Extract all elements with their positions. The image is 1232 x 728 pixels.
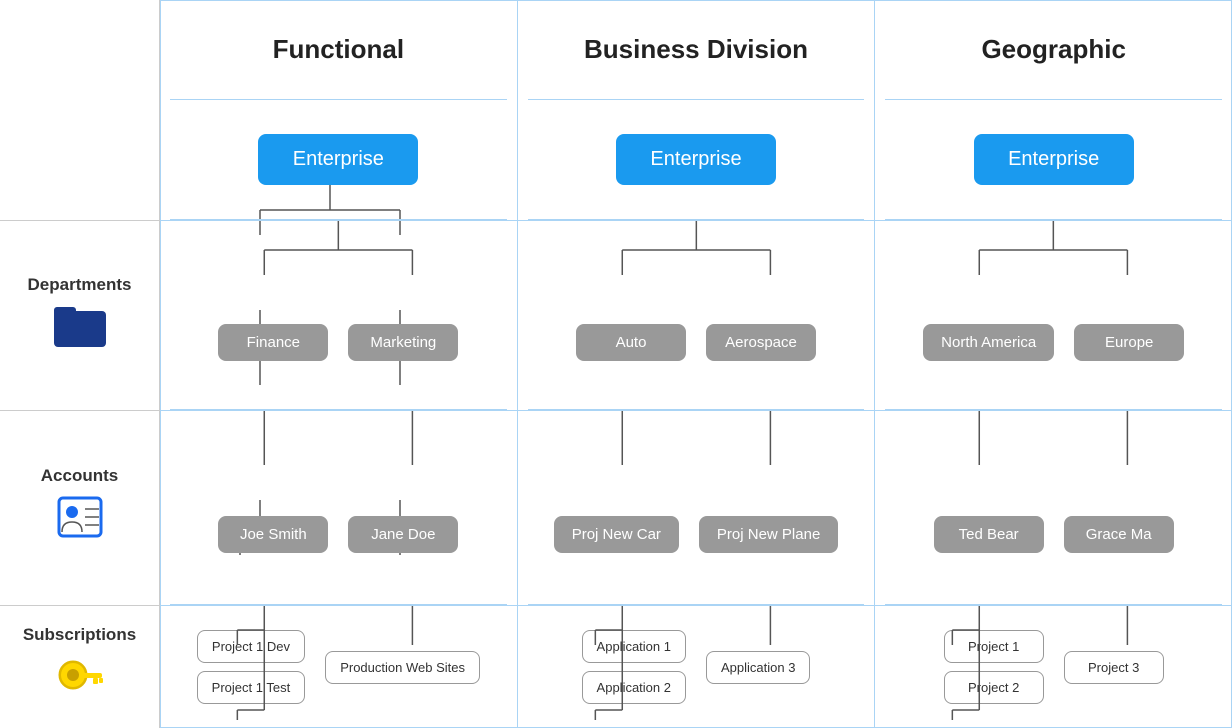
- func-dept-connectors: [170, 220, 507, 409]
- subscriptions-label-cell: Subscriptions: [0, 605, 159, 728]
- functional-column: Functional: [160, 0, 518, 728]
- biz-acc-connectors: [528, 410, 865, 604]
- accounts-icon: [55, 494, 105, 550]
- business-accounts-row: Proj New Car Proj New Plane: [528, 410, 865, 605]
- business-column: Business Division Enterprise Auto Aerosp…: [518, 0, 876, 728]
- functional-title: Functional: [273, 34, 404, 65]
- geo-subs-connectors: [885, 605, 1222, 728]
- geo-dept-connectors: [885, 220, 1222, 409]
- geographic-column: Geographic Enterprise North America Euro…: [875, 0, 1232, 728]
- accounts-label-cell: Accounts: [0, 410, 159, 605]
- geographic-dept-row: North America Europe: [885, 220, 1222, 410]
- functional-dept-row: Finance Marketing: [170, 220, 507, 410]
- key-icon: [55, 653, 105, 709]
- geo-acc-connectors: [885, 410, 1222, 604]
- labels-column: Departments Accounts: [0, 0, 160, 728]
- accounts-label: Accounts: [41, 466, 118, 486]
- folder-icon: [54, 303, 106, 357]
- functional-header: Functional: [170, 0, 507, 100]
- functional-accounts-row: Joe Smith Jane Doe: [170, 410, 507, 605]
- business-enterprise-node: Enterprise: [616, 134, 776, 185]
- functional-enterprise-node: Enterprise: [258, 134, 418, 185]
- functional-subs-row: Project 1 Dev Project 1 Test Production …: [170, 605, 507, 728]
- business-subs-row: Application 1 Application 2 Application …: [528, 605, 865, 728]
- functional-enterprise-row: Enterprise: [170, 100, 507, 220]
- business-dept-row: Auto Aerospace: [528, 220, 865, 410]
- diagram: Departments Accounts: [0, 0, 1232, 728]
- empty-top-label: [0, 0, 159, 220]
- subscriptions-label: Subscriptions: [23, 625, 136, 645]
- business-enterprise-row: Enterprise: [528, 100, 865, 220]
- biz-subs-connectors: [528, 605, 865, 728]
- geographic-title: Geographic: [981, 34, 1125, 65]
- business-title: Business Division: [584, 34, 808, 65]
- geographic-subs-row: Project 1 Project 2 Project 3: [885, 605, 1222, 728]
- departments-label-cell: Departments: [0, 220, 159, 410]
- business-header: Business Division: [528, 0, 865, 100]
- geographic-enterprise-row: Enterprise: [885, 100, 1222, 220]
- hierarchy-columns: Functional: [160, 0, 1232, 728]
- geographic-enterprise-node: Enterprise: [974, 134, 1134, 185]
- geographic-accounts-row: Ted Bear Grace Ma: [885, 410, 1222, 605]
- func-subs-connectors: [170, 605, 507, 728]
- biz-dept-connectors: [528, 220, 865, 409]
- func-acc-connectors: [170, 410, 507, 604]
- departments-label: Departments: [28, 275, 132, 295]
- geographic-header: Geographic: [885, 0, 1222, 100]
